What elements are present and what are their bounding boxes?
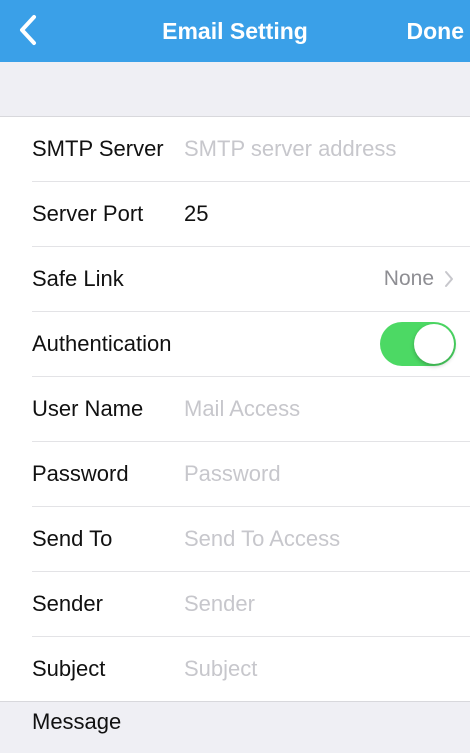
sender-input[interactable] (184, 586, 454, 622)
server-port-row: Server Port (32, 182, 470, 247)
section-spacer (0, 62, 470, 116)
smtp-server-row: SMTP Server (32, 117, 470, 182)
user-name-row: User Name (32, 377, 470, 442)
smtp-server-label: SMTP Server (32, 136, 164, 161)
send-to-row: Send To (32, 507, 470, 572)
safe-link-value-wrap: None (384, 247, 454, 311)
sender-row: Sender (32, 572, 470, 637)
password-row: Password (32, 442, 470, 507)
user-name-label: User Name (32, 396, 144, 421)
page-title: Email Setting (162, 18, 308, 44)
authentication-row: Authentication (32, 312, 470, 377)
chevron-right-icon (445, 271, 453, 287)
authentication-label: Authentication (32, 331, 172, 356)
password-input[interactable] (184, 456, 454, 492)
smtp-server-input[interactable] (184, 131, 454, 167)
back-button[interactable] (12, 12, 44, 48)
user-name-input[interactable] (184, 391, 454, 427)
sender-label: Sender (32, 591, 103, 616)
subject-label: Subject (32, 656, 106, 681)
password-label: Password (32, 461, 129, 486)
message-section-label: Message (32, 709, 122, 734)
server-port-label: Server Port (32, 201, 144, 226)
navigation-bar: Email Setting Done (0, 0, 470, 62)
subject-input[interactable] (184, 651, 454, 687)
safe-link-row[interactable]: Safe Link None (32, 247, 470, 312)
server-port-input[interactable] (184, 196, 454, 232)
authentication-toggle[interactable] (380, 322, 456, 366)
send-to-label: Send To (32, 526, 113, 551)
done-button[interactable]: Done (407, 0, 465, 62)
chevron-left-icon (20, 15, 36, 45)
send-to-input[interactable] (184, 521, 454, 557)
safe-link-value: None (383, 267, 434, 290)
email-settings-form: SMTP Server Server Port Safe Link None A… (0, 116, 470, 702)
toggle-knob (414, 324, 454, 364)
subject-row: Subject (32, 637, 470, 701)
safe-link-label: Safe Link (32, 266, 124, 291)
